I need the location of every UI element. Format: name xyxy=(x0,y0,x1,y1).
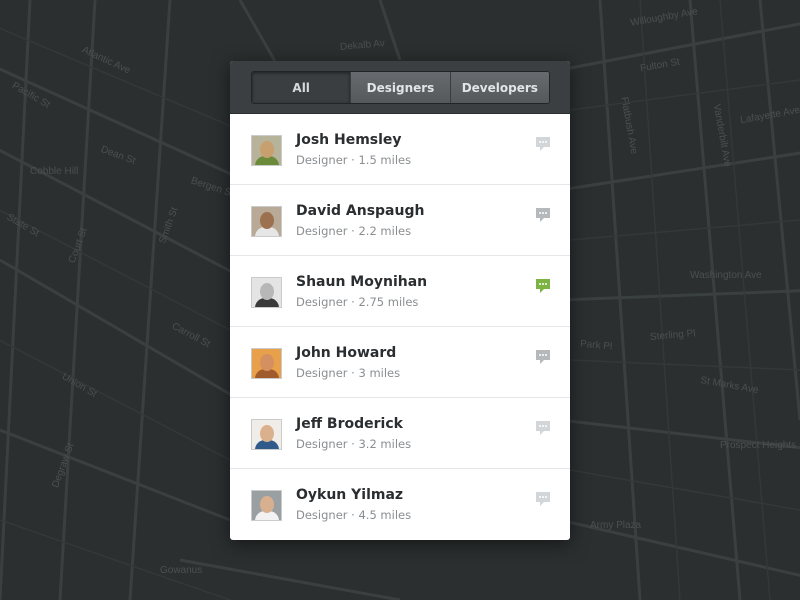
people-list: Josh Hemsley Designer · 1.5 miles David An… xyxy=(230,114,570,540)
person-meta: Designer · 4.5 miles xyxy=(296,508,412,522)
chat-bubble-icon[interactable] xyxy=(535,349,551,365)
avatar xyxy=(251,277,282,308)
panel-header: All Designers Developers xyxy=(230,61,570,114)
avatar xyxy=(251,490,282,521)
person-name: Josh Hemsley xyxy=(296,132,402,148)
tab-developers[interactable]: Developers xyxy=(449,72,549,103)
person-meta: Designer · 2.75 miles xyxy=(296,295,419,309)
filter-tabs: All Designers Developers xyxy=(251,71,550,104)
list-item[interactable]: Josh Hemsley Designer · 1.5 miles xyxy=(230,114,570,185)
avatar-face xyxy=(260,212,274,229)
list-item[interactable]: Oykun Yilmaz Designer · 4.5 miles xyxy=(230,469,570,540)
map-label: Cobble Hill xyxy=(30,166,79,177)
avatar xyxy=(251,419,282,450)
list-item[interactable]: Jeff Broderick Designer · 3.2 miles xyxy=(230,398,570,469)
avatar-face xyxy=(260,354,274,371)
person-name: Shaun Moynihan xyxy=(296,274,428,290)
chat-bubble-icon[interactable] xyxy=(535,491,551,507)
tab-all[interactable]: All xyxy=(252,72,351,103)
person-meta: Designer · 1.5 miles xyxy=(296,153,412,167)
map-label: Prospect Heights xyxy=(720,440,797,451)
map-label: Army Plaza xyxy=(590,520,642,531)
person-name: David Anspaugh xyxy=(296,203,425,219)
avatar xyxy=(251,135,282,166)
person-meta: Designer · 3.2 miles xyxy=(296,437,412,451)
list-item[interactable]: John Howard Designer · 3 miles xyxy=(230,327,570,398)
chat-bubble-icon[interactable] xyxy=(535,278,551,294)
person-name: Jeff Broderick xyxy=(296,416,403,432)
chat-bubble-icon[interactable] xyxy=(535,207,551,223)
person-meta: Designer · 2.2 miles xyxy=(296,224,412,238)
person-meta: Designer · 3 miles xyxy=(296,366,401,380)
person-name: John Howard xyxy=(296,345,397,361)
avatar xyxy=(251,206,282,237)
avatar xyxy=(251,348,282,379)
chat-bubble-icon[interactable] xyxy=(535,420,551,436)
avatar-face xyxy=(260,496,274,513)
people-panel: All Designers Developers Josh Hemsley Desig… xyxy=(230,61,570,540)
tab-designers[interactable]: Designers xyxy=(350,72,450,103)
map-label: Washington Ave xyxy=(690,270,762,281)
avatar-face xyxy=(260,425,274,442)
avatar-face xyxy=(260,141,274,158)
list-item[interactable]: David Anspaugh Designer · 2.2 miles xyxy=(230,185,570,256)
person-name: Oykun Yilmaz xyxy=(296,487,404,503)
map-label: Gowanus xyxy=(160,565,203,576)
avatar-face xyxy=(260,283,274,300)
chat-bubble-icon[interactable] xyxy=(535,136,551,152)
list-item[interactable]: Shaun Moynihan Designer · 2.75 miles xyxy=(230,256,570,327)
